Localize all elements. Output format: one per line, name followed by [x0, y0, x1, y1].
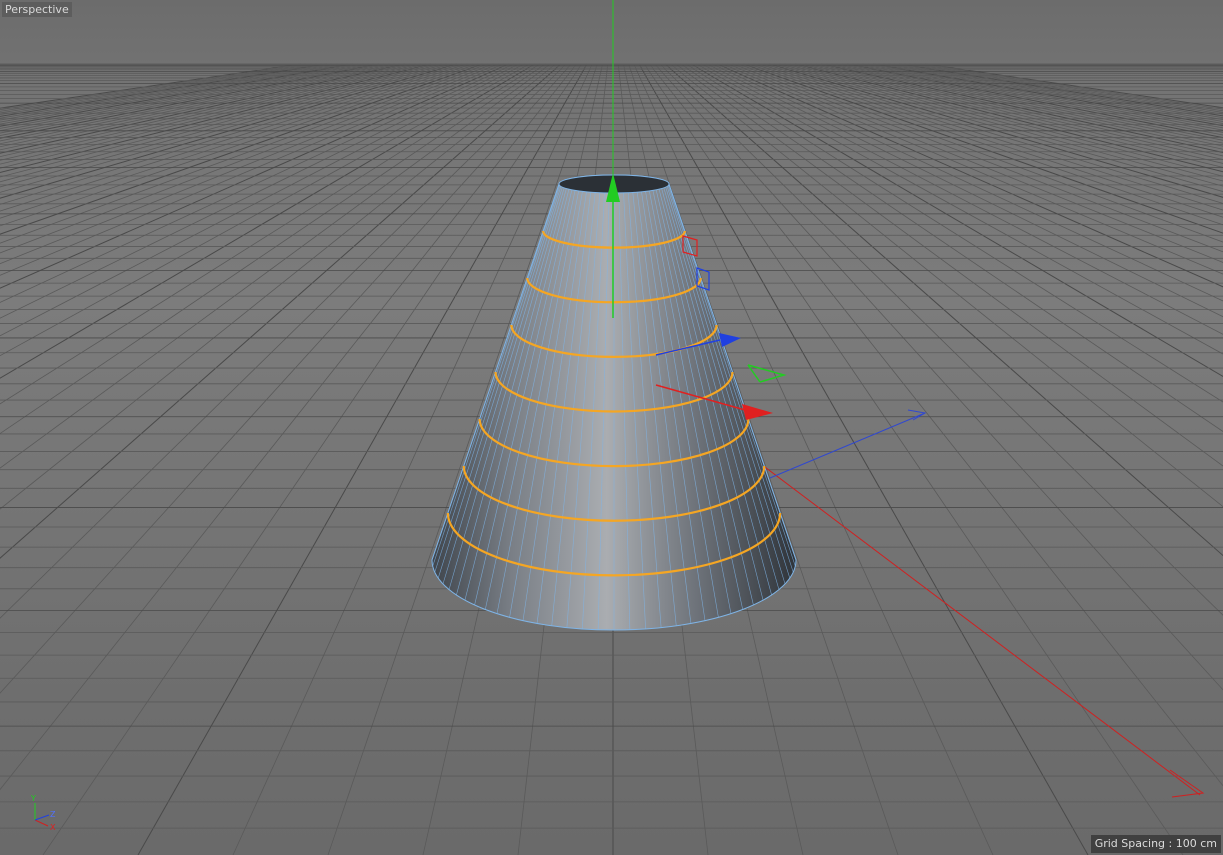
- grid-line: [0, 63, 520, 319]
- gizmo-z-arrow[interactable]: [719, 333, 741, 347]
- grid-line: [0, 63, 494, 254]
- grid-line: [0, 63, 385, 142]
- grid-line: [872, 63, 1223, 127]
- grid-line: [0, 63, 499, 265]
- world-z-axis: [769, 412, 926, 479]
- grid-line: [0, 63, 322, 116]
- cone-object[interactable]: [431, 174, 797, 631]
- grid-line: [0, 63, 400, 151]
- grid-line: [0, 63, 463, 205]
- indicator-x-label: X: [50, 823, 56, 832]
- grid-line: [0, 63, 510, 289]
- grid-line: [0, 63, 317, 114]
- grid-line: [0, 63, 452, 193]
- grid-line: [0, 63, 541, 405]
- grid-line: [0, 63, 380, 139]
- grid-line: [0, 63, 536, 379]
- grid-line: [0, 63, 302, 109]
- grid-line: [784, 63, 1223, 182]
- grid-line: [820, 63, 1223, 154]
- grid-line: [0, 63, 374, 136]
- gizmo-y-rotate-handle[interactable]: [747, 364, 787, 383]
- indicator-z-axis: [34, 814, 50, 821]
- view-axis-indicator: Y Z X: [30, 794, 56, 832]
- indicator-z-label: Z: [50, 810, 56, 819]
- grid-line: [919, 63, 1223, 110]
- grid-line: [852, 63, 1223, 136]
- grid-line: [0, 63, 333, 119]
- grid-line: [0, 63, 307, 111]
- grid-line: [0, 63, 421, 165]
- z-axis-arrowhead: [907, 409, 927, 421]
- grid-line: [846, 63, 1223, 139]
- grid-line: [794, 63, 1223, 173]
- grid-line: [763, 63, 1223, 204]
- grid-line: [0, 63, 504, 276]
- grid-line: [0, 63, 468, 212]
- grid-line: [0, 63, 390, 145]
- grid-line: [711, 63, 1223, 302]
- grid-line: [0, 63, 447, 188]
- grid-line: [836, 63, 1223, 144]
- grid-line: [706, 63, 1223, 318]
- grid-line: [737, 63, 1223, 243]
- grid-line: [841, 63, 1223, 141]
- grid-line: [701, 63, 1223, 335]
- grid-line: [0, 63, 489, 244]
- gizmo-x-arrow[interactable]: [742, 404, 773, 420]
- grid-line: [696, 63, 1223, 355]
- view-name-label[interactable]: Perspective: [2, 2, 72, 17]
- indicator-x-axis: [34, 819, 49, 827]
- grid-line: [727, 63, 1223, 263]
- 3d-viewport[interactable]: Y Z X Perspective Grid Spacing : 100 cm: [0, 0, 1223, 855]
- grid-line: [0, 63, 432, 173]
- grid-line: [810, 63, 1223, 161]
- grid-line: [909, 63, 1223, 113]
- grid-line: [0, 63, 515, 303]
- grid-line: [0, 63, 395, 148]
- grid-line: [685, 63, 1223, 403]
- grid-line: [0, 63, 312, 112]
- grid-line: [924, 63, 1223, 109]
- grid-line: [716, 63, 1223, 288]
- grid-spacing-readout: Grid Spacing : 100 cm: [1090, 835, 1221, 853]
- grid-line: [0, 63, 328, 117]
- grid-line: [779, 63, 1223, 187]
- indicator-y-label: Y: [30, 794, 36, 803]
- grid-line: [867, 63, 1223, 129]
- grid-line: [690, 63, 1223, 377]
- grid-line: [789, 63, 1223, 177]
- grid-line: [815, 63, 1223, 157]
- grid-line: [753, 63, 1223, 218]
- grid-line: [722, 63, 1223, 275]
- grid-line: [732, 63, 1223, 253]
- grid-line: [914, 63, 1223, 112]
- scene-canvas[interactable]: Y Z X: [0, 0, 1223, 855]
